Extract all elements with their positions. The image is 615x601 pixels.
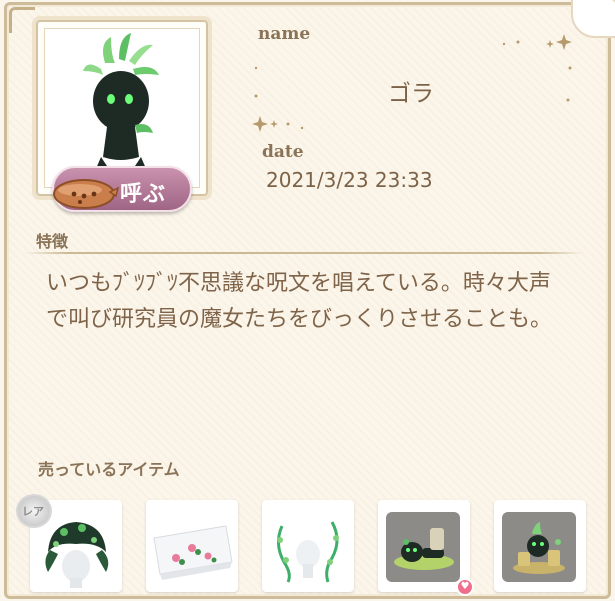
section-divider — [24, 252, 584, 254]
creature-pile-figure-icon — [513, 522, 565, 574]
rare-badge-label: レア — [22, 505, 44, 518]
name-label: name — [258, 24, 311, 44]
date-label: date — [262, 142, 304, 162]
shop-item-hair[interactable]: レア — [16, 494, 122, 592]
shop-item-vine[interactable] — [262, 500, 354, 592]
ocarina-icon — [53, 179, 120, 209]
lying-creature-figure-icon — [394, 528, 454, 570]
shop-item-figure-lying[interactable]: ♥ — [378, 500, 474, 596]
traits-description: いつもﾌﾞﾂﾌﾞﾂ不思議な呪文を唱えている。時々大声で叫び研究員の魔女たちをびっ… — [46, 271, 553, 332]
shop-item-figure-pile[interactable] — [494, 500, 586, 592]
call-button[interactable]: 呼ぶ — [52, 166, 192, 212]
vine-accessory-icon — [277, 521, 339, 583]
date-value: 2021/3/23 23:33 — [266, 168, 433, 192]
rare-badge: レア — [16, 494, 56, 528]
shop-item-cloth[interactable] — [146, 500, 238, 592]
character-name: ゴラ — [388, 81, 434, 107]
favorite-heart-icon: ♥ — [456, 578, 474, 596]
flower-cloth-icon — [153, 525, 233, 580]
shop-heading: 売っているアイテム — [38, 460, 180, 479]
frame-corner — [9, 7, 35, 33]
traits-heading: 特徴 — [36, 232, 69, 251]
call-button-label: 呼ぶ — [120, 182, 167, 207]
